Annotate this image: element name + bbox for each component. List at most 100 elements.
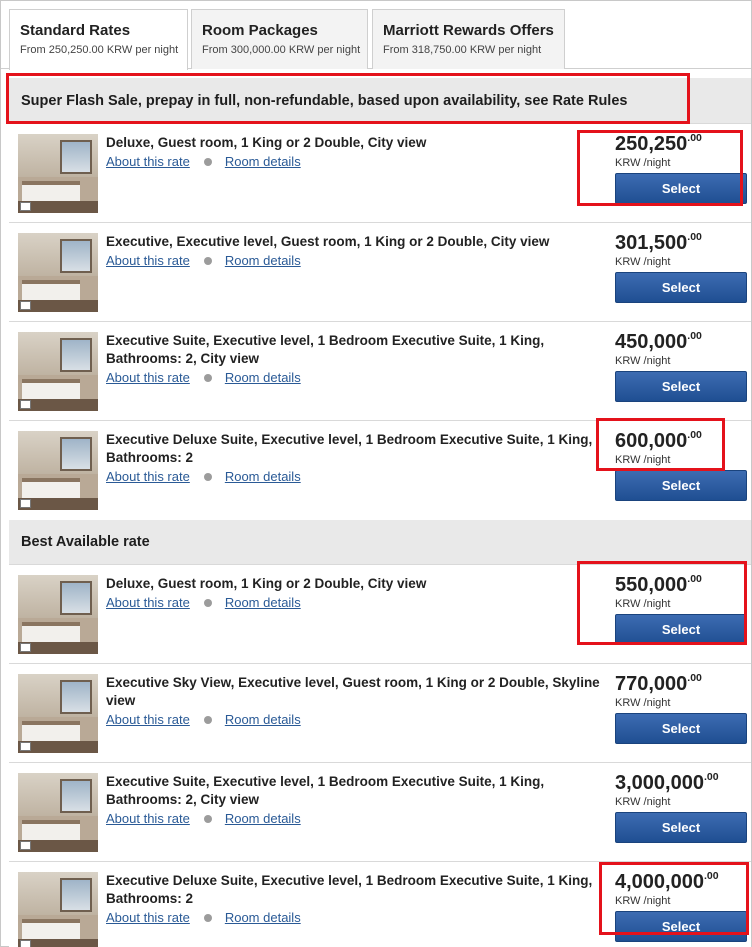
room-price: 250,250.00 — [615, 132, 702, 156]
room-details-link[interactable]: Room details — [225, 469, 301, 484]
price-cents: .00 — [687, 330, 702, 342]
room-details-link[interactable]: Room details — [225, 595, 301, 610]
price-unit: KRW /night — [615, 895, 671, 907]
tab-title: Marriott Rewards Offers — [383, 22, 554, 39]
select-button[interactable]: Select — [615, 371, 747, 402]
about-rate-link[interactable]: About this rate — [106, 469, 190, 484]
room-row: Executive Deluxe Suite, Executive level,… — [9, 861, 751, 947]
tab-standard-rates[interactable]: Standard Rates From 250,250.00 KRW per n… — [9, 9, 188, 70]
room-links: About this rate Room details — [106, 154, 301, 169]
room-title: Executive Suite, Executive level, 1 Bedr… — [106, 333, 545, 366]
select-button[interactable]: Select — [615, 812, 747, 843]
room-row: Executive, Executive level, Guest room, … — [9, 222, 751, 321]
room-title: Executive Deluxe Suite, Executive level,… — [106, 432, 593, 465]
rate-tabs: Standard Rates From 250,250.00 KRW per n… — [1, 1, 751, 70]
tab-marriott-rewards-offers[interactable]: Marriott Rewards Offers From 318,750.00 … — [372, 9, 565, 69]
about-rate-link[interactable]: About this rate — [106, 811, 190, 826]
separator-dot-icon — [203, 256, 212, 265]
room-photo[interactable] — [18, 575, 98, 654]
room-title: Executive, Executive level, Guest room, … — [106, 234, 550, 249]
room-links: About this rate Room details — [106, 370, 301, 385]
price-unit: KRW /night — [615, 256, 671, 268]
about-rate-link[interactable]: About this rate — [106, 253, 190, 268]
price-amount: 550,000 — [615, 574, 688, 596]
gallery-icon — [20, 643, 31, 652]
room-price: 4,000,000.00 — [615, 870, 719, 894]
price-amount: 600,000 — [615, 430, 688, 452]
room-photo[interactable] — [18, 773, 98, 852]
price-cents: .00 — [687, 672, 702, 684]
select-button[interactable]: Select — [615, 911, 747, 942]
room-price: 3,000,000.00 — [615, 771, 719, 795]
price-cents: .00 — [687, 429, 702, 441]
select-button[interactable]: Select — [615, 272, 747, 303]
room-photo[interactable] — [18, 134, 98, 213]
room-photo[interactable] — [18, 332, 98, 411]
tab-subtitle: From 300,000.00 KRW per night — [202, 44, 361, 56]
price-cents: .00 — [687, 231, 702, 243]
room-details-link[interactable]: Room details — [225, 712, 301, 727]
gallery-icon — [20, 400, 31, 409]
select-button[interactable]: Select — [615, 470, 747, 501]
price-cents: .00 — [703, 870, 719, 882]
price-cents: .00 — [687, 573, 702, 585]
room-details-link[interactable]: Room details — [225, 910, 301, 925]
about-rate-link[interactable]: About this rate — [106, 595, 190, 610]
section-title: Super Flash Sale, prepay in full, non-re… — [21, 92, 628, 109]
select-button[interactable]: Select — [615, 713, 747, 744]
gallery-icon — [20, 202, 31, 211]
room-links: About this rate Room details — [106, 469, 301, 484]
room-photo[interactable] — [18, 872, 98, 947]
select-button[interactable]: Select — [615, 614, 747, 645]
price-unit: KRW /night — [615, 454, 671, 466]
gallery-icon — [20, 742, 31, 751]
price-amount: 250,250 — [615, 133, 688, 155]
room-row: Executive Deluxe Suite, Executive level,… — [9, 420, 751, 519]
room-price: 550,000.00 — [615, 573, 702, 597]
room-row: Executive Sky View, Executive level, Gue… — [9, 663, 751, 762]
about-rate-link[interactable]: About this rate — [106, 370, 190, 385]
about-rate-link[interactable]: About this rate — [106, 910, 190, 925]
room-photo[interactable] — [18, 233, 98, 312]
room-row: Deluxe, Guest room, 1 King or 2 Double, … — [9, 123, 751, 222]
room-photo[interactable] — [18, 431, 98, 510]
room-links: About this rate Room details — [106, 811, 301, 826]
separator-dot-icon — [203, 472, 212, 481]
price-unit: KRW /night — [615, 355, 671, 367]
price-cents: .00 — [703, 771, 719, 783]
section-header-best-available-rate: Best Available rate — [9, 520, 751, 564]
room-links: About this rate Room details — [106, 712, 301, 727]
separator-dot-icon — [203, 598, 212, 607]
select-button[interactable]: Select — [615, 173, 747, 204]
room-details-link[interactable]: Room details — [225, 154, 301, 169]
room-row: Executive Suite, Executive level, 1 Bedr… — [9, 762, 751, 861]
price-amount: 450,000 — [615, 331, 688, 353]
separator-dot-icon — [203, 715, 212, 724]
price-unit: KRW /night — [615, 697, 671, 709]
room-links: About this rate Room details — [106, 253, 301, 268]
separator-dot-icon — [203, 373, 212, 382]
price-amount: 4,000,000 — [615, 871, 704, 893]
separator-dot-icon — [203, 157, 212, 166]
room-details-link[interactable]: Room details — [225, 811, 301, 826]
gallery-icon — [20, 499, 31, 508]
price-cents: .00 — [687, 132, 702, 144]
price-amount: 301,500 — [615, 232, 688, 254]
room-price: 600,000.00 — [615, 429, 702, 453]
gallery-icon — [20, 301, 31, 310]
room-title: Executive Suite, Executive level, 1 Bedr… — [106, 774, 545, 807]
room-photo[interactable] — [18, 674, 98, 753]
room-links: About this rate Room details — [106, 595, 301, 610]
room-details-link[interactable]: Room details — [225, 370, 301, 385]
tab-room-packages[interactable]: Room Packages From 300,000.00 KRW per ni… — [191, 9, 368, 69]
about-rate-link[interactable]: About this rate — [106, 154, 190, 169]
rates-panel: Standard Rates From 250,250.00 KRW per n… — [0, 0, 752, 947]
price-unit: KRW /night — [615, 796, 671, 808]
tab-title: Room Packages — [202, 22, 318, 39]
price-amount: 3,000,000 — [615, 772, 704, 794]
room-price: 301,500.00 — [615, 231, 702, 255]
room-title: Executive Sky View, Executive level, Gue… — [106, 675, 600, 708]
tab-subtitle: From 318,750.00 KRW per night — [383, 44, 542, 56]
room-details-link[interactable]: Room details — [225, 253, 301, 268]
about-rate-link[interactable]: About this rate — [106, 712, 190, 727]
